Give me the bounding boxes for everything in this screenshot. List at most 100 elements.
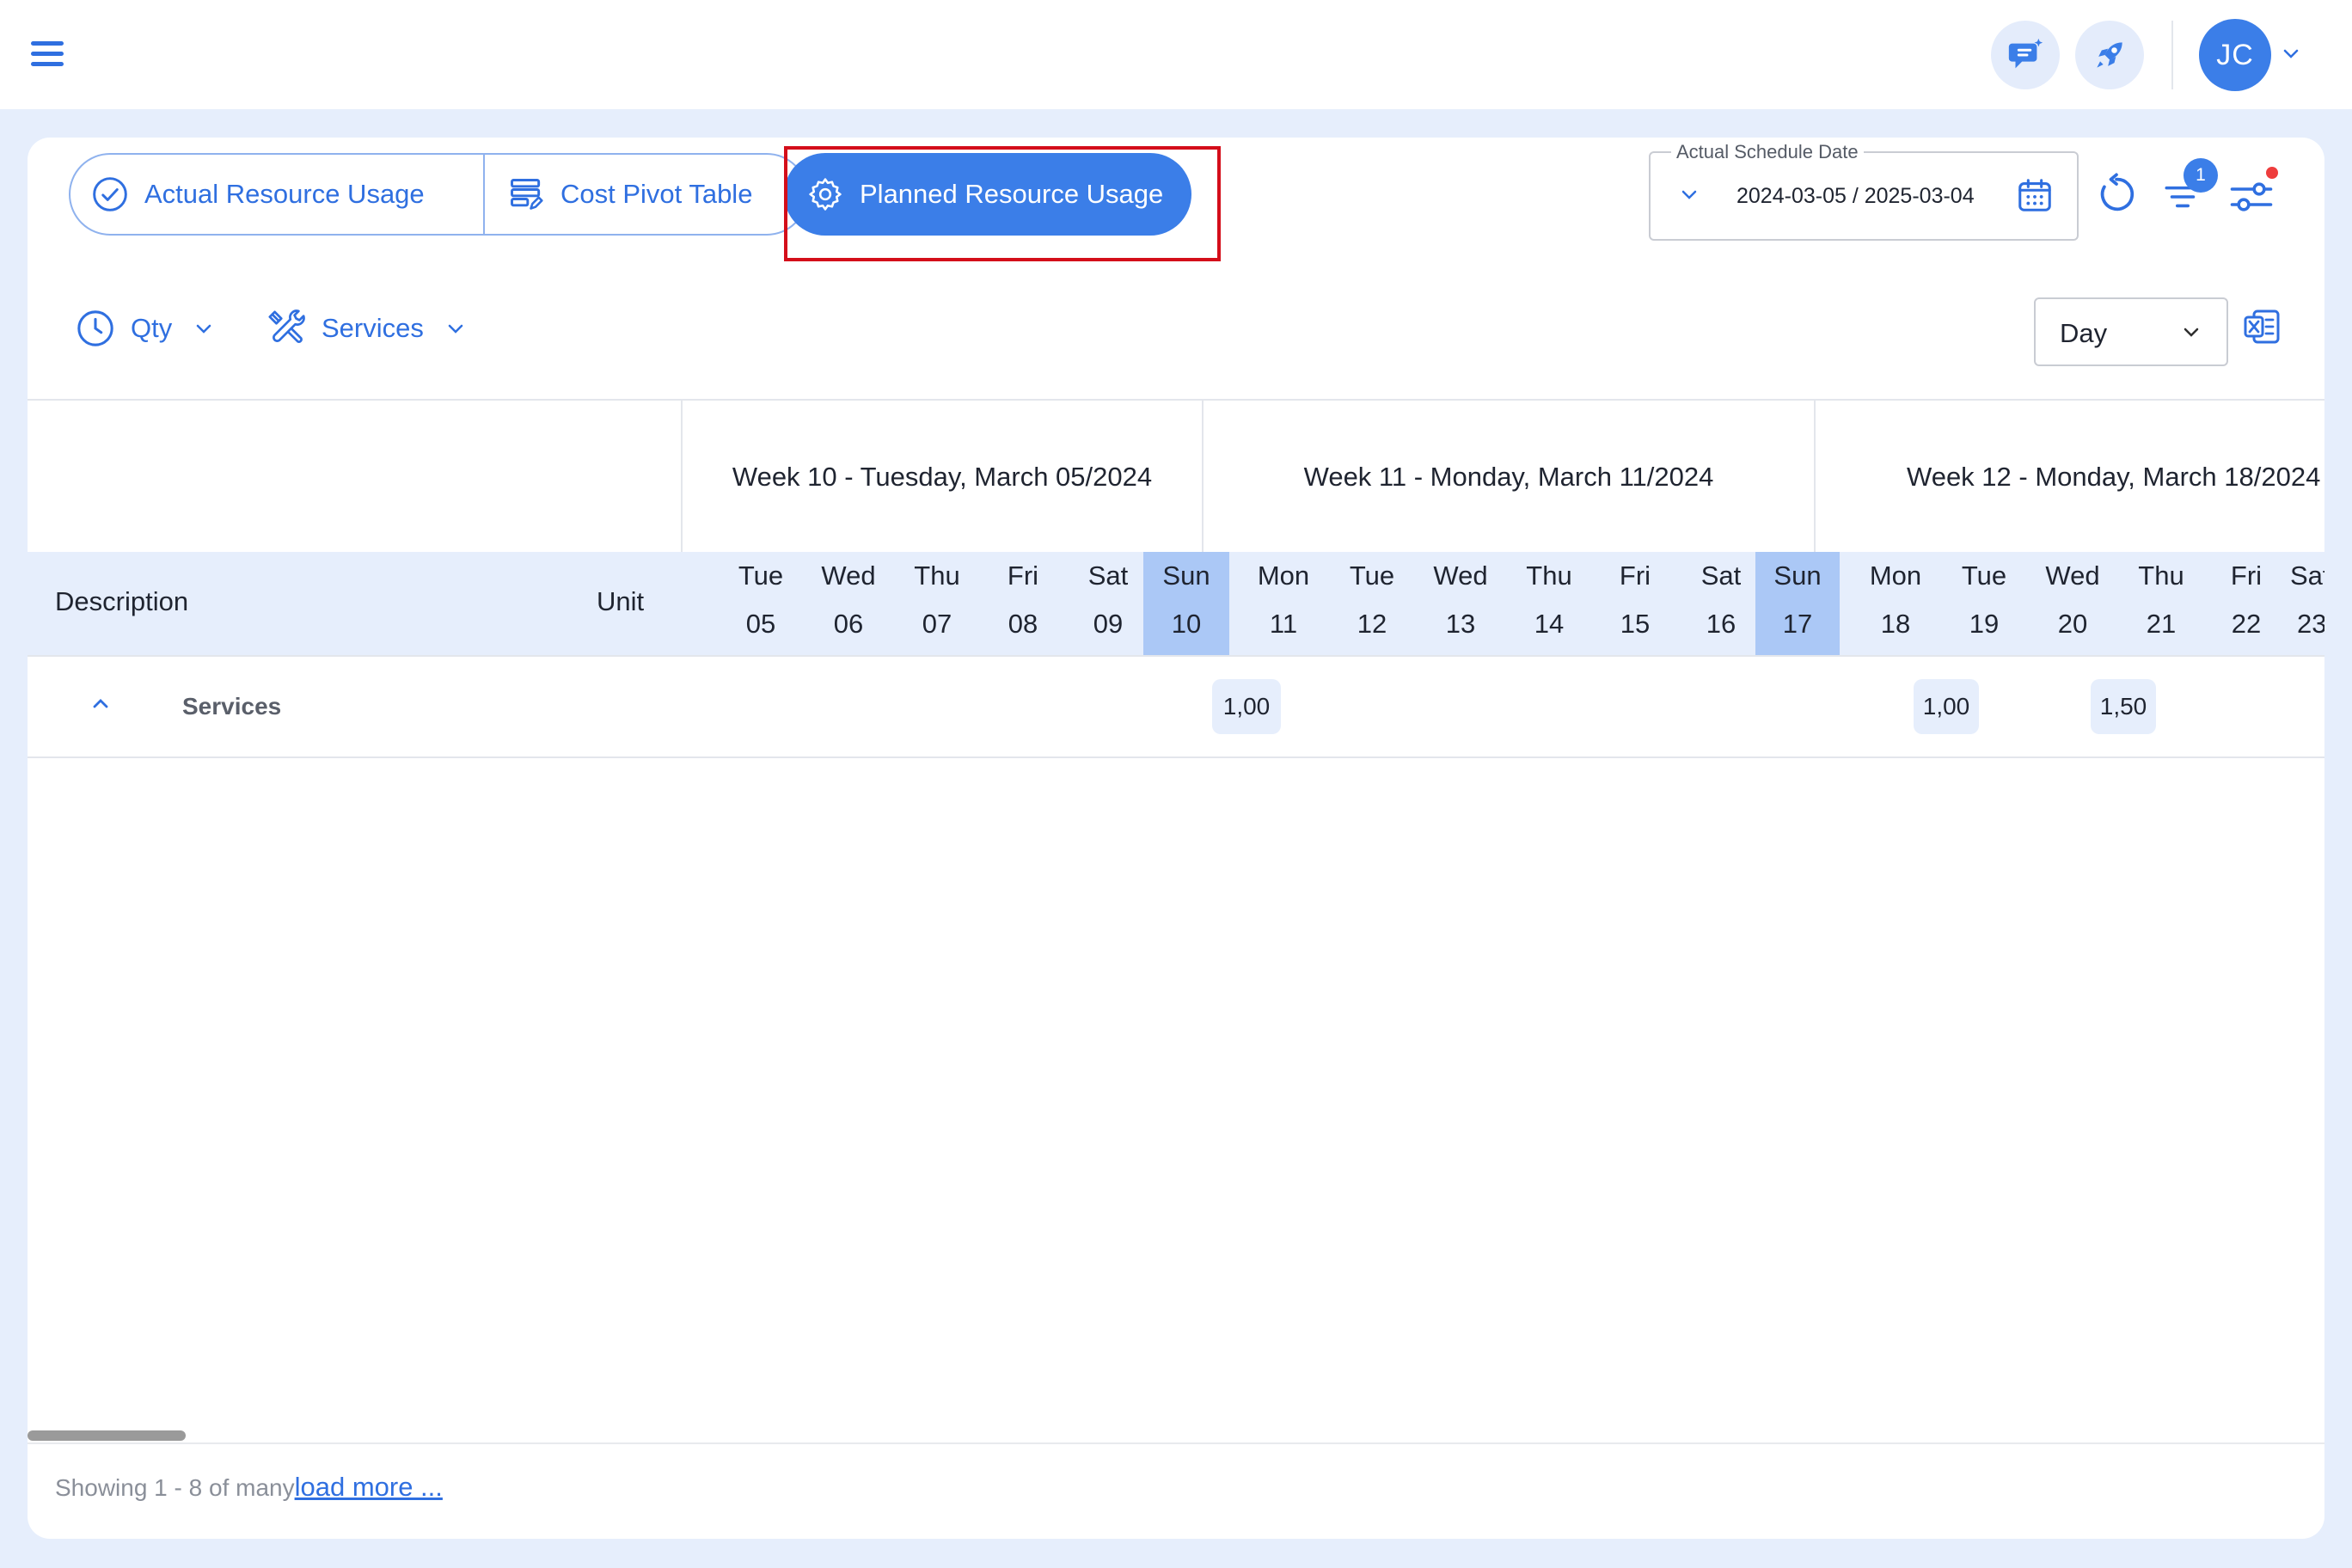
day-column: Wed 13 bbox=[1418, 552, 1503, 655]
day-date: 15 bbox=[1620, 609, 1651, 639]
day-date: 10 bbox=[1171, 609, 1202, 639]
qty-dropdown[interactable]: Qty bbox=[76, 303, 213, 354]
week-header: Week 12 - Monday, March 18/2024 bbox=[1814, 401, 2324, 554]
day-date: 12 bbox=[1357, 609, 1387, 639]
day-column: Thu 14 bbox=[1507, 552, 1591, 655]
divider bbox=[28, 1442, 2324, 1444]
day-column: Tue 12 bbox=[1330, 552, 1414, 655]
resource-grid: Week 10 - Tuesday, March 05/2024 Week 11… bbox=[28, 399, 2324, 1379]
clock-icon bbox=[77, 310, 113, 346]
day-column: Fri 08 bbox=[981, 552, 1065, 655]
day-date: 16 bbox=[1706, 609, 1736, 639]
filter-count-badge: 1 bbox=[2184, 158, 2218, 193]
showing-count: Showing 1 - 8 of many bbox=[55, 1474, 295, 1501]
horizontal-scrollbar[interactable] bbox=[28, 1430, 186, 1441]
day-date: 07 bbox=[922, 609, 952, 639]
date-range-value[interactable]: 2024-03-05 / 2025-03-04 bbox=[1736, 184, 1975, 209]
load-more-link[interactable]: load more ... bbox=[295, 1472, 443, 1502]
day-name: Sat bbox=[1700, 560, 1742, 591]
qty-cell-thu-21[interactable]: 1,50 bbox=[2091, 679, 2156, 734]
day-column: Sat 16 bbox=[1679, 552, 1763, 655]
column-unit: Unit bbox=[597, 586, 645, 616]
tab-label: Actual Resource Usage bbox=[144, 179, 425, 209]
tools-icon bbox=[268, 309, 305, 343]
day-date: 09 bbox=[1093, 609, 1124, 639]
day-date: 20 bbox=[2057, 609, 2088, 639]
pagination-footer: Showing 1 - 8 of manyload more ... bbox=[55, 1472, 443, 1503]
excel-export-icon[interactable] bbox=[2242, 306, 2283, 347]
sliders-icon[interactable] bbox=[2228, 174, 2275, 220]
day-name: Wed bbox=[2045, 560, 2100, 591]
day-column: Mon 18 bbox=[1853, 552, 1938, 655]
rocket-button[interactable] bbox=[2075, 21, 2144, 89]
user-avatar[interactable]: JC bbox=[2199, 19, 2271, 91]
day-name: Wed bbox=[1433, 560, 1488, 591]
tab-divider bbox=[483, 153, 485, 236]
date-field-label: Actual Schedule Date bbox=[1671, 141, 1864, 163]
period-select-value: Day bbox=[2060, 318, 2108, 348]
qty-cell-tue-19[interactable]: 1,00 bbox=[1914, 679, 1979, 734]
top-bar: JC bbox=[0, 0, 2352, 109]
tab-actual-resource-usage[interactable]: Actual Resource Usage bbox=[91, 153, 425, 236]
day-date: 08 bbox=[1008, 609, 1038, 639]
day-name: Sat bbox=[1087, 560, 1129, 591]
divider bbox=[2171, 21, 2173, 89]
week-header: Week 10 - Tuesday, March 05/2024 bbox=[681, 401, 1202, 554]
day-name: Thu bbox=[2138, 560, 2184, 591]
day-name: Mon bbox=[1869, 560, 1922, 591]
day-column: Fri 15 bbox=[1593, 552, 1677, 655]
day-name: Sat bbox=[2290, 560, 2324, 591]
day-date: 17 bbox=[1782, 609, 1813, 639]
week-header-row: Week 10 - Tuesday, March 05/2024 Week 11… bbox=[28, 399, 2324, 554]
row-label: Services bbox=[182, 693, 282, 720]
day-name: Wed bbox=[821, 560, 876, 591]
day-name: Mon bbox=[1257, 560, 1310, 591]
day-column: Wed 06 bbox=[806, 552, 891, 655]
day-column: Wed 20 bbox=[2030, 552, 2115, 655]
actual-schedule-date-field[interactable]: Actual Schedule Date 2024-03-05 / 2025-0… bbox=[1649, 141, 2079, 241]
tab-cost-pivot-table[interactable]: Cost Pivot Table bbox=[507, 153, 752, 236]
day-name: Tue bbox=[1961, 560, 2007, 591]
day-column-sunday: Sun 10 bbox=[1143, 552, 1229, 655]
tab-label: Cost Pivot Table bbox=[560, 179, 753, 209]
services-dropdown[interactable]: Services bbox=[266, 303, 465, 354]
day-name: Tue bbox=[738, 560, 784, 591]
day-column-sunday: Sun 17 bbox=[1755, 552, 1840, 655]
chevron-down-icon[interactable] bbox=[2282, 46, 2300, 60]
day-date: 19 bbox=[1969, 609, 2000, 639]
day-name: Sun bbox=[1773, 560, 1822, 591]
chevron-down-icon[interactable] bbox=[1680, 187, 1699, 201]
view-switcher: Actual Resource Usage Cost Pivot Table P… bbox=[69, 146, 1221, 261]
day-name: Thu bbox=[1526, 560, 1572, 591]
rocket-icon bbox=[2097, 42, 2122, 68]
day-name: Fri bbox=[2230, 560, 2263, 591]
day-column: Thu 21 bbox=[2119, 552, 2203, 655]
day-column: Sat 23 bbox=[2290, 552, 2324, 655]
day-column: Sat 09 bbox=[1066, 552, 1150, 655]
day-column: Fri 22 bbox=[2204, 552, 2288, 655]
day-name: Tue bbox=[1349, 560, 1395, 591]
table-edit-icon bbox=[511, 179, 543, 210]
day-date: 11 bbox=[1269, 609, 1298, 639]
calendar-icon[interactable] bbox=[2015, 175, 2055, 215]
main-card: Actual Resource Usage Cost Pivot Table P… bbox=[28, 138, 2324, 1539]
week-header: Week 11 - Monday, March 11/2024 bbox=[1202, 401, 1814, 554]
day-column: Mon 11 bbox=[1241, 552, 1326, 655]
refresh-icon[interactable] bbox=[2094, 172, 2139, 217]
day-date: 23 bbox=[2297, 609, 2324, 639]
day-column: Tue 19 bbox=[1942, 552, 2026, 655]
day-date: 18 bbox=[1880, 609, 1911, 639]
qty-cell-mon-11[interactable]: 1,00 bbox=[1212, 679, 1281, 734]
notification-dot bbox=[2266, 167, 2278, 179]
table-row-services[interactable]: Services 1,00 1,00 1,50 bbox=[28, 655, 2324, 758]
services-label: Services bbox=[322, 313, 424, 343]
chevron-up-icon[interactable] bbox=[89, 695, 112, 712]
day-date: 14 bbox=[1534, 609, 1565, 639]
chevron-down-icon bbox=[448, 324, 463, 334]
check-circle-icon bbox=[93, 177, 127, 211]
period-select[interactable]: Day bbox=[2034, 297, 2228, 366]
menu-icon[interactable] bbox=[31, 40, 65, 69]
day-date: 05 bbox=[745, 609, 776, 639]
chat-ai-button[interactable] bbox=[1991, 21, 2060, 89]
day-column: Tue 05 bbox=[719, 552, 803, 655]
